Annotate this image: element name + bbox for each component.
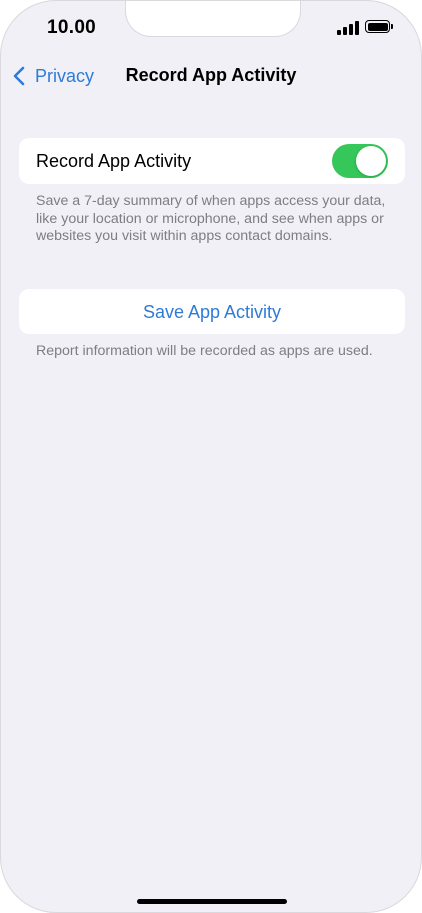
- record-app-activity-row: Record App Activity: [19, 138, 405, 184]
- page-title: Record App Activity: [1, 65, 421, 86]
- notch: [125, 1, 301, 37]
- battery-icon: [365, 20, 390, 33]
- home-indicator[interactable]: [137, 899, 287, 904]
- save-app-activity-label: Save App Activity: [142, 302, 282, 322]
- save-description: Report information will be recorded as a…: [36, 343, 373, 359]
- page-title-text: Record App Activity: [125, 65, 297, 85]
- save-app-activity-button[interactable]: Save App Activity: [19, 289, 405, 334]
- record-description: Save a 7-day summary of when apps access…: [36, 193, 386, 244]
- record-app-activity-label: Record App Activity: [36, 151, 192, 171]
- toggle-knob: [356, 146, 386, 176]
- status-time: 10.00: [47, 17, 97, 38]
- phone-screen: 10.00 Privacy Record App Activity Record…: [0, 0, 422, 913]
- battery-cap: [391, 24, 393, 29]
- record-app-activity-toggle[interactable]: [332, 144, 388, 178]
- signal-icon: [337, 21, 359, 35]
